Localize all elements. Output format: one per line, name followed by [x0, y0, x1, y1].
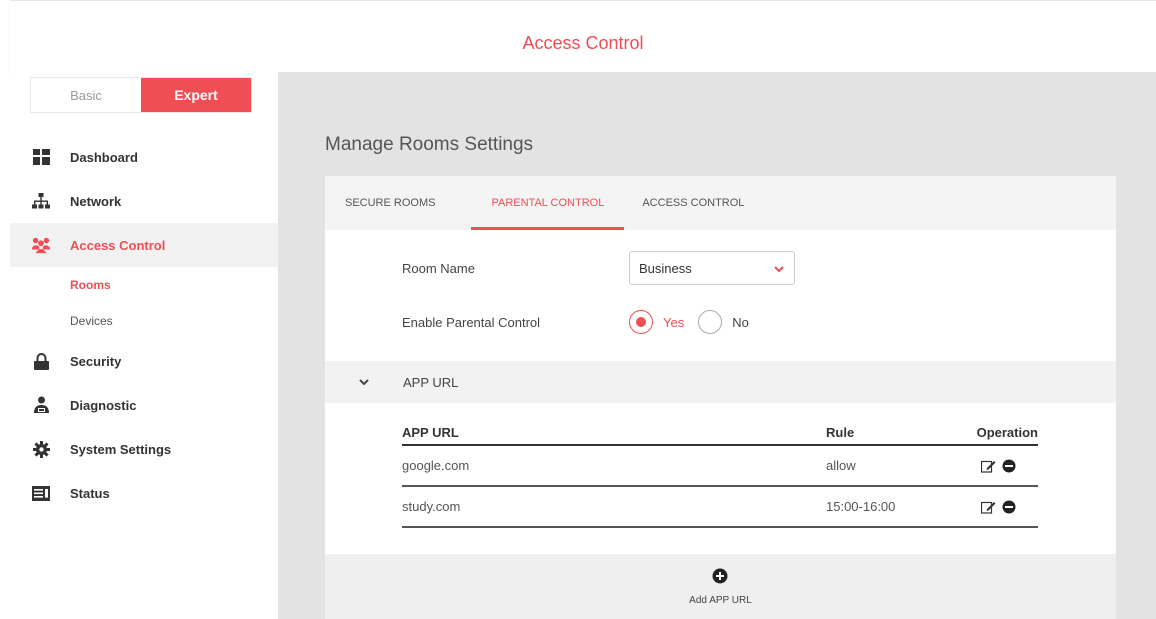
sidebar-item-dashboard[interactable]: Dashboard — [10, 135, 278, 179]
table-footer: Add APP URL — [325, 554, 1116, 619]
sidebar-nav: Dashboard Network Access Control Rooms D… — [10, 135, 278, 515]
chevron-down-icon — [774, 261, 784, 276]
radio-circle — [698, 310, 723, 334]
main-content: Manage Rooms Settings SECURE ROOMS PAREN… — [278, 72, 1156, 619]
add-app-url-label: Add APP URL — [689, 594, 752, 606]
diagnostic-icon — [32, 396, 50, 414]
table-row: study.com 15:00-16:00 — [402, 487, 1038, 528]
enable-parental-control-row: Enable Parental Control Yes No — [402, 310, 763, 334]
sidebar-item-label: Network — [70, 193, 122, 209]
sidebar-item-label: Dashboard — [70, 149, 138, 165]
page-title: Access Control — [522, 33, 644, 53]
operation-cell — [969, 500, 1038, 514]
tab-access-control[interactable]: ACCESS CONTROL — [642, 176, 758, 230]
radio-circle — [629, 310, 653, 334]
column-header-app-url: APP URL — [402, 425, 459, 440]
top-bar: Access Control — [10, 0, 1156, 72]
radio-yes-label: Yes — [663, 314, 685, 330]
enable-parental-control-label: Enable Parental Control — [402, 314, 541, 330]
sidebar-item-label: System Settings — [70, 441, 172, 457]
room-name-select[interactable]: Business — [629, 251, 795, 285]
radio-no-label: No — [732, 314, 749, 330]
sidebar-item-label: Status — [70, 485, 110, 501]
mode-toggle: Basic Expert — [30, 77, 252, 113]
tab-bar: SECURE ROOMS PARENTAL CONTROL ACCESS CON… — [325, 176, 1116, 230]
table-header: APP URL Rule Operation — [402, 421, 1038, 446]
remove-icon[interactable] — [1002, 500, 1016, 514]
gear-icon — [32, 440, 50, 458]
section-heading: Manage Rooms Settings — [325, 134, 534, 155]
app-url-section-header: APP URL — [325, 361, 1116, 403]
sidebar-subitem-rooms[interactable]: Rooms — [10, 267, 278, 303]
column-header-rule: Rule — [826, 425, 855, 440]
rule-cell: 15:00-16:00 — [826, 499, 896, 514]
sidebar-item-system-settings[interactable]: System Settings — [10, 427, 278, 471]
sidebar-item-network[interactable]: Network — [10, 179, 278, 223]
app-url-cell: study.com — [402, 499, 461, 514]
status-icon — [32, 484, 50, 502]
remove-icon[interactable] — [1002, 459, 1016, 473]
app-url-table: APP URL Rule Operation google.com allow — [402, 421, 1038, 528]
network-icon — [32, 192, 50, 210]
add-app-url-button[interactable]: Add APP URL — [689, 568, 752, 606]
dashboard-icon — [32, 148, 50, 166]
collapse-chevron-icon[interactable] — [325, 378, 403, 386]
sidebar-item-status[interactable]: Status — [10, 471, 278, 515]
expert-mode-button[interactable]: Expert — [141, 78, 251, 112]
table-row: google.com allow — [402, 446, 1038, 487]
basic-mode-button[interactable]: Basic — [31, 78, 141, 112]
operation-cell — [969, 459, 1038, 473]
sidebar-item-access-control[interactable]: Access Control — [10, 223, 278, 267]
radio-yes[interactable]: Yes — [629, 310, 684, 334]
room-name-label: Room Name — [402, 260, 475, 276]
settings-card: SECURE ROOMS PARENTAL CONTROL ACCESS CON… — [325, 176, 1116, 619]
tab-parental-control[interactable]: PARENTAL CONTROL — [471, 176, 625, 230]
sidebar-item-diagnostic[interactable]: Diagnostic — [10, 383, 278, 427]
app-url-cell: google.com — [402, 458, 470, 473]
sidebar: Basic Expert Dashboard Network Access Co… — [10, 72, 278, 619]
room-name-value: Business — [639, 260, 692, 276]
lock-icon — [32, 352, 50, 370]
radio-no[interactable]: No — [698, 310, 749, 334]
sidebar-subitem-devices[interactable]: Devices — [10, 303, 278, 339]
sidebar-item-label: Diagnostic — [70, 397, 137, 413]
section-title: APP URL — [403, 374, 459, 390]
users-icon — [32, 236, 50, 254]
sidebar-item-security[interactable]: Security — [10, 339, 278, 383]
tab-secure-rooms[interactable]: SECURE ROOMS — [345, 176, 449, 230]
sidebar-item-label: Access Control — [70, 237, 166, 253]
edit-icon[interactable] — [981, 459, 996, 473]
rule-cell: allow — [826, 458, 856, 473]
edit-icon[interactable] — [981, 500, 996, 514]
room-name-row: Room Name Business — [402, 251, 795, 285]
add-circle-icon — [712, 568, 728, 589]
row-operations — [981, 459, 1038, 473]
column-header-operation: Operation — [976, 425, 1038, 440]
sidebar-item-label: Security — [70, 353, 122, 369]
row-operations — [981, 500, 1038, 514]
